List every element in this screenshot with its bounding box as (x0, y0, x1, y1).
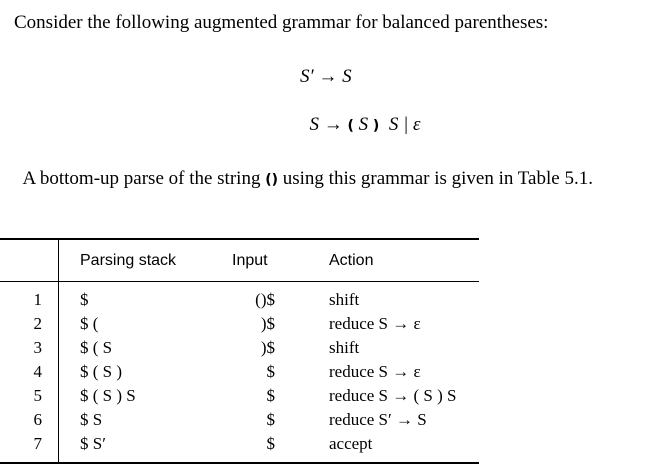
row-number: 5 (33, 386, 43, 405)
table-column-divider (58, 238, 59, 464)
row-stack: $ ( S (80, 338, 113, 357)
sentence-after: using this grammar is given in Table 5.1… (278, 168, 593, 189)
table-top-rule (0, 238, 479, 240)
row-number: 3 (33, 338, 43, 357)
row-number: 1 (33, 290, 43, 309)
table-bottom-rule (0, 462, 479, 464)
row-input: )$ (260, 338, 275, 357)
row-action: reduce S → ε (329, 362, 421, 381)
row-input: $ (266, 434, 276, 453)
row-stack: $ S (80, 410, 103, 429)
header-parsing-stack: Parsing stack (80, 252, 177, 269)
row-stack: $ ( S ) S (80, 386, 136, 405)
row-stack: $ S′ (80, 434, 106, 453)
row-action: reduce S′ → S (329, 410, 427, 429)
row-number: 2 (33, 314, 43, 333)
row-input: )$ (260, 314, 275, 333)
row-input: $ (266, 386, 276, 405)
row-action: reduce S → ε (329, 314, 421, 333)
row-stack: $ ( (80, 314, 99, 333)
intro-text: Consider the following augmented grammar… (14, 12, 549, 33)
row-input: ()$ (255, 290, 275, 309)
header-input: Input (232, 252, 268, 269)
grammar-rule-2-mid: S (353, 114, 373, 135)
row-action: reduce S → ( S ) S (329, 386, 457, 405)
grammar-rule-2: S → ( S ) S | ε (300, 92, 421, 136)
row-number: 7 (33, 434, 43, 453)
grammar-rule-2-rest: S | ε (379, 114, 421, 135)
grammar-rule-1: S′ → S (300, 66, 352, 87)
sentence-string: () (265, 172, 278, 188)
parse-sentence: A bottom-up parse of the string () using… (14, 146, 593, 190)
row-action: shift (329, 338, 360, 357)
table-header-rule (0, 281, 479, 282)
grammar-rule-2-lhs: S → (309, 114, 348, 135)
row-action: shift (329, 290, 360, 309)
header-action: Action (329, 252, 374, 269)
row-stack: $ (80, 290, 89, 309)
row-number: 6 (33, 410, 43, 429)
row-input: $ (266, 362, 276, 381)
row-input: $ (266, 410, 276, 429)
row-stack: $ ( S ) (80, 362, 123, 381)
row-action: accept (329, 434, 373, 453)
row-number: 4 (33, 362, 43, 381)
sentence-before: A bottom-up parse of the string (22, 168, 266, 189)
